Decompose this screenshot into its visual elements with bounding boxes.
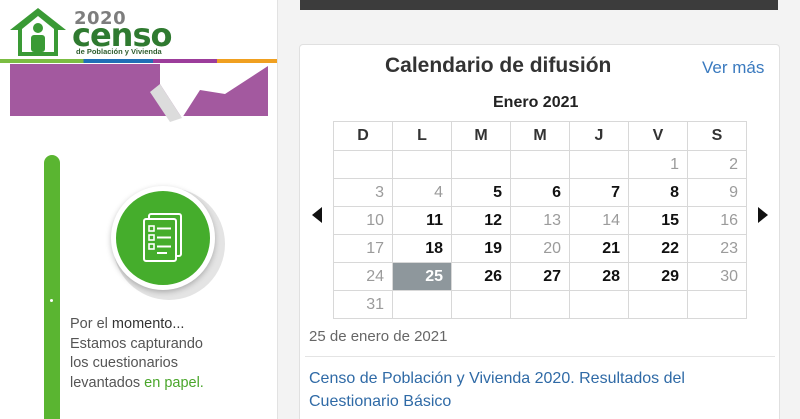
calendar-day: 9 <box>687 178 747 207</box>
status-line-3: los cuestionarios <box>70 355 178 371</box>
bar-dot <box>50 299 53 302</box>
calendar-day-event[interactable]: 22 <box>628 234 688 263</box>
calendar-month: Enero 2021 <box>493 94 579 111</box>
calendar-day-event[interactable]: 26 <box>451 262 511 291</box>
calendar-day: 16 <box>687 206 747 235</box>
selected-date: 25 de enero de 2021 <box>309 328 448 345</box>
calendar-day: 14 <box>569 206 629 235</box>
calendar-grid: DLMMJVS 1 2 3 4 5 6 7 8 9 10 11 12 13 14 15 16 17 18 19 20 2… <box>333 121 747 319</box>
purple-banner <box>10 64 268 122</box>
calendar-empty-cell <box>687 290 747 319</box>
house-icon <box>10 8 66 56</box>
calendar-empty-cell <box>392 290 452 319</box>
weekday-header: M <box>451 121 511 151</box>
calendar-day: 17 <box>333 234 393 263</box>
calendar-week-row: 31 <box>333 290 747 319</box>
calendar-day: 24 <box>333 262 393 291</box>
green-side-bar <box>44 155 60 419</box>
calendar-day: 1 <box>628 150 688 179</box>
weekday-header-row: DLMMJVS <box>333 121 747 151</box>
calendar-empty-cell <box>510 150 570 179</box>
calendar-empty-cell <box>451 150 511 179</box>
weekday-header: D <box>333 121 393 151</box>
calendar-day: 20 <box>510 234 570 263</box>
calendar-empty-cell <box>392 150 452 179</box>
status-circle <box>111 186 215 290</box>
calendar-day: 10 <box>333 206 393 235</box>
calendar-day: 4 <box>392 178 452 207</box>
calendar-day-event[interactable]: 11 <box>392 206 452 235</box>
calendar-empty-cell <box>333 150 393 179</box>
calendar-day-event[interactable]: 21 <box>569 234 629 263</box>
status-emphasis: momento... <box>111 316 185 332</box>
calendar-day: 13 <box>510 206 570 235</box>
status-message: Por el momento... Estamos capturando los… <box>70 315 270 393</box>
calendar-day-event[interactable]: 18 <box>392 234 452 263</box>
calendar-empty-cell <box>569 290 629 319</box>
weekday-header: L <box>392 121 452 151</box>
weekday-header: S <box>687 121 747 151</box>
calendar-day-event[interactable]: 19 <box>451 234 511 263</box>
top-dark-bar <box>300 0 778 10</box>
calendar-day: 31 <box>333 290 393 319</box>
calendar-day-selected[interactable]: 25 <box>392 262 452 291</box>
ver-mas-link[interactable]: Ver más <box>702 58 764 78</box>
calendar-empty-cell <box>628 290 688 319</box>
calendar-week-row: 24 25 26 27 28 29 30 <box>333 262 747 291</box>
calendar-day-event[interactable]: 29 <box>628 262 688 291</box>
calendar-day-event[interactable]: 5 <box>451 178 511 207</box>
document-checklist-icon <box>143 213 182 262</box>
ribbon-decoration <box>150 64 268 122</box>
calendar-day-event[interactable]: 15 <box>628 206 688 235</box>
calendar-week-row: 17 18 19 20 21 22 23 <box>333 234 747 263</box>
calendar-week-row: 12 <box>333 150 747 179</box>
weekday-header: J <box>569 121 629 151</box>
calendar-day-event[interactable]: 27 <box>510 262 570 291</box>
status-highlight: en papel. <box>144 374 204 391</box>
status-line-4: levantados <box>70 374 145 391</box>
status-prefix: Por el <box>70 316 112 332</box>
calendar-empty-cell <box>569 150 629 179</box>
weekday-header: V <box>628 121 688 151</box>
calendar-day: 23 <box>687 234 747 263</box>
calendar-week-row: 3456789 <box>333 178 747 207</box>
status-line-2: Estamos capturando <box>70 335 203 352</box>
calendar-day-event[interactable]: 6 <box>510 178 570 207</box>
calendar-week-row: 10 11 12 13 14 15 16 <box>333 206 747 235</box>
left-panel: 2020 censo de Población y Vivienda Por e… <box>0 0 278 419</box>
logo-tagline: de Población y Vivienda <box>76 47 162 56</box>
calendar-empty-cell <box>510 290 570 319</box>
calendar-title: Calendario de difusión <box>385 54 612 77</box>
censo-logo[interactable]: 2020 censo de Población y Vivienda <box>8 4 178 60</box>
divider <box>305 356 775 357</box>
calendar-day-event[interactable]: 7 <box>569 178 629 207</box>
calendar-day: 30 <box>687 262 747 291</box>
event-link[interactable]: Censo de Población y Vivienda 2020. Resu… <box>309 367 749 413</box>
calendar-day-event[interactable]: 28 <box>569 262 629 291</box>
color-stripe <box>0 59 277 63</box>
calendar-day: 3 <box>333 178 393 207</box>
calendar-day-event[interactable]: 8 <box>628 178 688 207</box>
arrow-left-icon[interactable] <box>312 207 322 223</box>
calendar-empty-cell <box>451 290 511 319</box>
calendar-day: 2 <box>687 150 747 179</box>
calendar-day-event[interactable]: 12 <box>451 206 511 235</box>
arrow-right-icon[interactable] <box>758 207 768 223</box>
weekday-header: M <box>510 121 570 151</box>
